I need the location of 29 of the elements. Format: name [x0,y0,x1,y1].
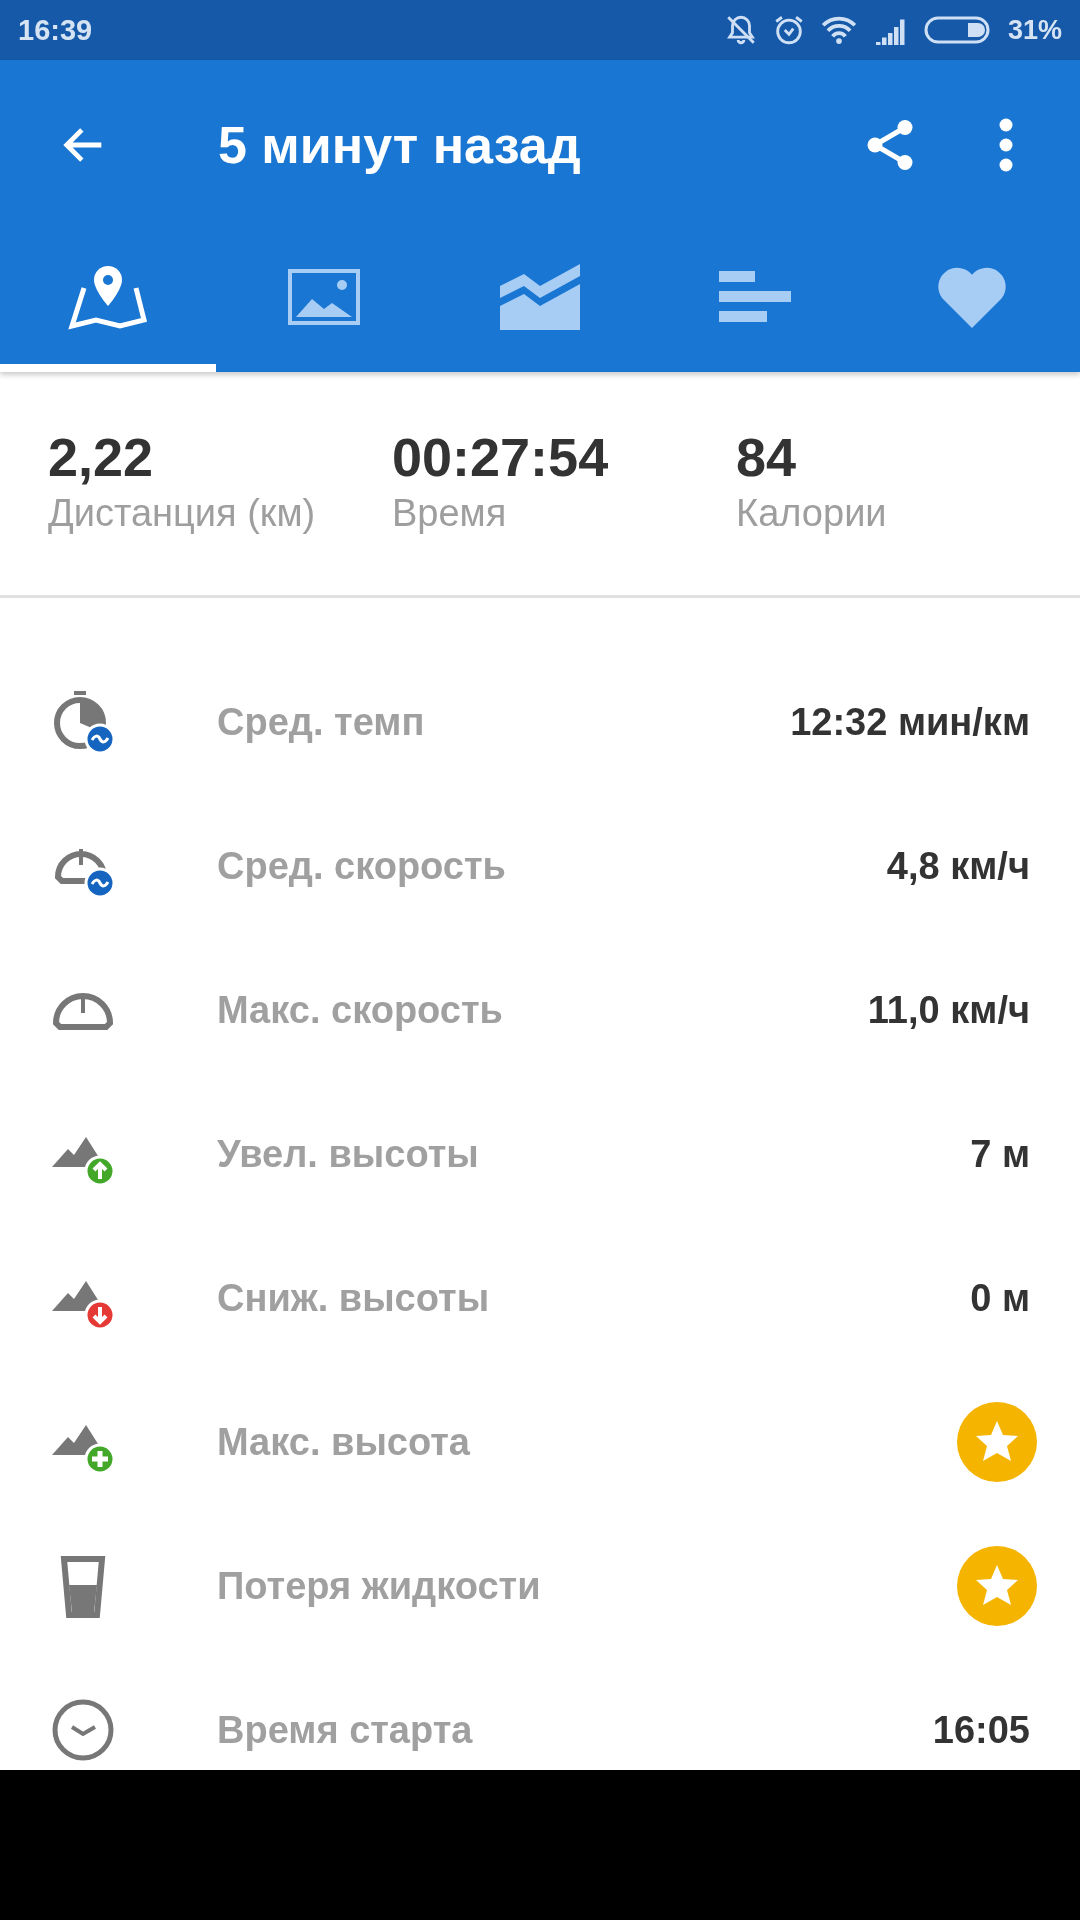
stat-label: Сред. скорость [217,844,507,888]
stat-value: 16:05 [932,1708,1030,1752]
status-time: 16:39 [18,13,93,47]
screen-title: 5 минут назад [218,115,582,175]
stat-value: 0 м [970,1276,1030,1320]
summary-label: Калории [736,492,888,535]
summary-label: Время [392,492,508,535]
stat-value: 12:32 мин/км [790,700,1030,744]
area-chart-icon [500,264,580,330]
summary-value: 2,22 [48,426,155,488]
heart-icon [936,266,1008,328]
summary-value: 00:27:54 [392,426,610,488]
clock-icon [50,1697,116,1763]
battery-percent: 31% [1007,14,1062,46]
image-icon [288,269,360,325]
stat-label: Макс. высота [217,1420,471,1464]
summary-value: 84 [736,426,798,488]
stat-label: Потеря жидкости [217,1564,542,1608]
summary-label: Дистанция (км) [48,492,317,535]
stat-value: 4,8 км/ч [886,844,1030,888]
stat-label: Сниж. высоты [217,1276,491,1320]
stat-value: 7 м [970,1132,1030,1176]
stat-label: Время старта [217,1708,474,1752]
map-pin-icon [68,264,148,330]
stat-label: Сред. темп [217,700,426,744]
stat-label: Макс. скорость [217,988,504,1032]
stat-label: Увел. высоты [217,1132,480,1176]
bar-list-icon [719,269,793,325]
stat-value: 11,0 км/ч [867,988,1030,1032]
